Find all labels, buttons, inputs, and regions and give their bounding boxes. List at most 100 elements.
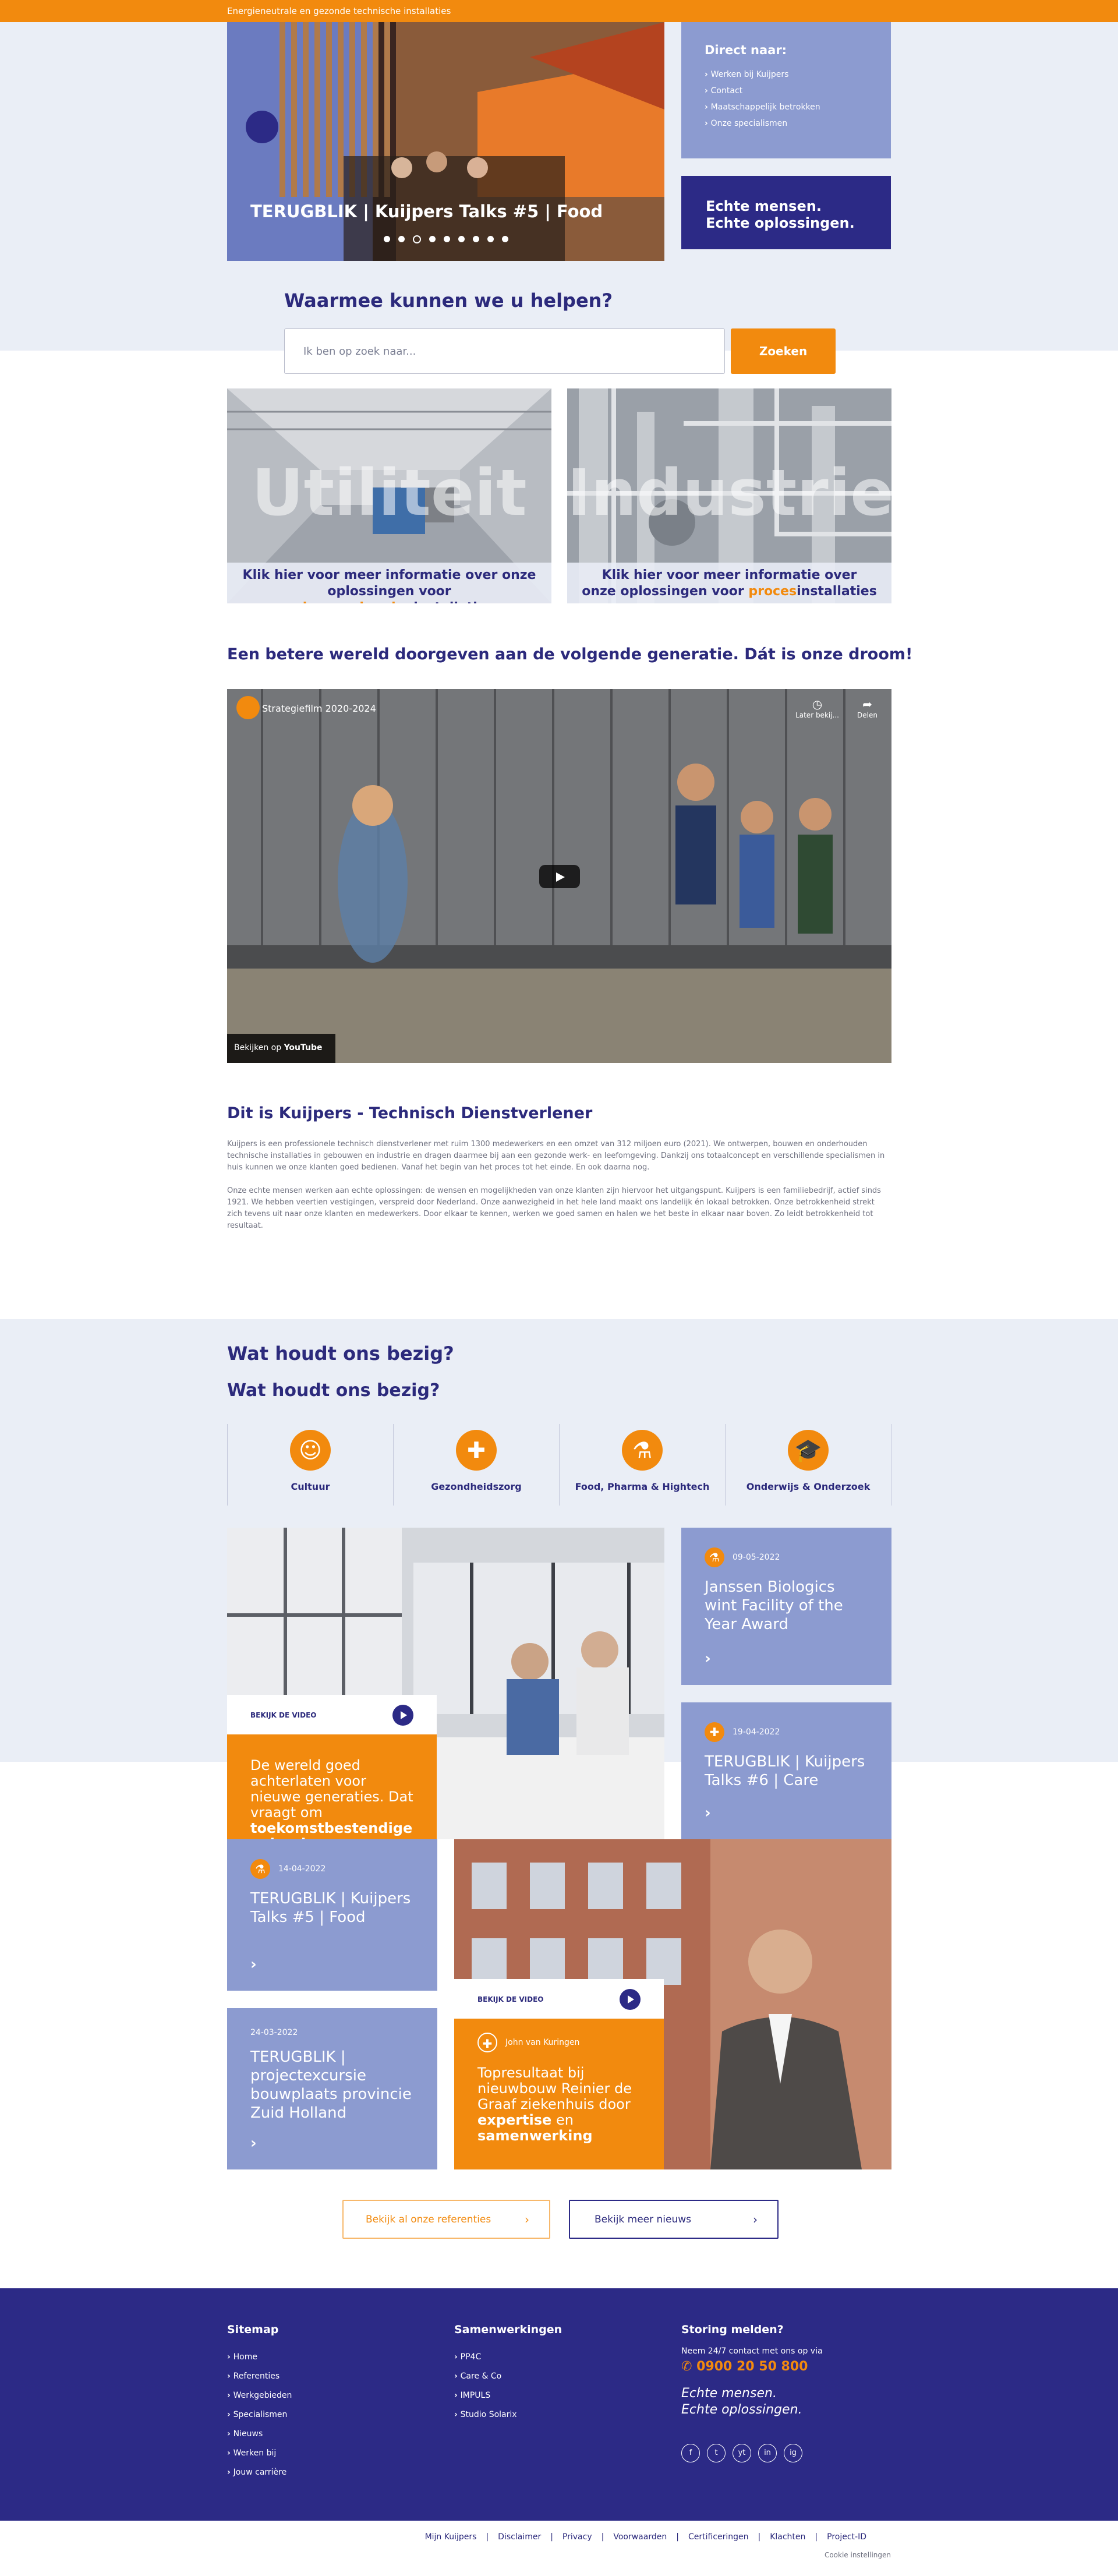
slogan-line-2: Echte oplossingen.: [706, 215, 855, 231]
chevron-right-icon[interactable]: ›: [250, 2135, 257, 2152]
video-player[interactable]: Strategiefilm 2020-2024 ◷ Later bekij... …: [227, 689, 891, 1063]
sector-gezondheidszorg[interactable]: ✚ Gezondheidszorg: [393, 1424, 559, 1506]
news-feature-reinier[interactable]: BEKIJK DE VIDEO ✚ John van Kuringen Topre…: [454, 1839, 891, 2169]
cookie-settings-link[interactable]: Cookie instellingen: [825, 2551, 891, 2559]
slider-dot[interactable]: [383, 236, 390, 242]
sector-cultuur[interactable]: ☺ Cultuur: [227, 1424, 393, 1506]
slider-dot[interactable]: [472, 236, 479, 242]
footer-link[interactable]: Specialismen: [227, 2410, 292, 2419]
watch-video-bar[interactable]: BEKIJK DE VIDEO: [454, 1979, 664, 2019]
footer-sitemap: Sitemap Home Referenties Werkgebieden Sp…: [227, 2323, 292, 2487]
quick-link-maatschappelijk[interactable]: Maatschappelijk betrokken: [705, 103, 868, 112]
slider-dot-active[interactable]: [412, 235, 421, 243]
feature-reinier-body: Topresultaat bij nieuwbouw Reinier de Gr…: [477, 2065, 641, 2144]
twitter-icon[interactable]: t: [707, 2444, 726, 2462]
sector-onderwijs[interactable]: 🎓 Onderwijs & Onderzoek: [725, 1424, 891, 1506]
theater-masks-icon: ☺: [290, 1430, 331, 1471]
quick-link-specialismen[interactable]: Onze specialismen: [705, 119, 868, 128]
news-tile-excursie[interactable]: 24-03-2022 TERUGBLIK | projectexcursie b…: [227, 2008, 437, 2169]
chevron-right-icon[interactable]: ›: [705, 1650, 711, 1667]
feature-quote-text: De wereld goed achterlaten voor nieuwe g…: [250, 1757, 413, 1821]
slider-dot[interactable]: [501, 236, 508, 242]
feature-quote[interactable]: De wereld goed achterlaten voor nieuwe g…: [227, 1734, 437, 1839]
bottom-link[interactable]: Voorwaarden: [613, 2532, 667, 2542]
quick-link-werken[interactable]: Werken bij Kuijpers: [705, 70, 868, 79]
storing-title: Storing melden?: [681, 2323, 784, 2336]
youtube-icon[interactable]: yt: [733, 2444, 751, 2462]
flask-icon: ⚗: [622, 1430, 663, 1471]
intro-title: Dit is Kuijpers - Technisch Dienstverlen…: [227, 1104, 593, 1122]
channel-avatar[interactable]: [236, 696, 260, 719]
bottom-link[interactable]: Mijn Kuijpers: [425, 2532, 477, 2542]
feature-quote-bold: toekomstbestendige oplossingen.: [250, 1820, 413, 1840]
footer-link[interactable]: Home: [227, 2352, 292, 2362]
watch-later-button[interactable]: ◷ Later bekij...: [795, 697, 839, 719]
watch-on-youtube[interactable]: Bekijken op YouTube: [227, 1034, 335, 1063]
slider-dot[interactable]: [458, 236, 465, 242]
category-industrie[interactable]: Industrie Klik hier voor meer informatie…: [567, 388, 891, 603]
slider-dot[interactable]: [487, 236, 494, 242]
bottom-link[interactable]: Klachten: [770, 2532, 805, 2542]
search-input[interactable]: Ik ben op zoek naar...: [284, 328, 725, 374]
flask-icon: ⚗: [705, 1547, 724, 1567]
footer-link[interactable]: Werkgebieden: [227, 2391, 292, 2400]
hero-slider[interactable]: TERUGBLIK | Kuijpers Talks #5 | Food: [227, 22, 664, 261]
news-tile-food[interactable]: ⚗ 14-04-2022 TERUGBLIK | Kuijpers Talks #…: [227, 1839, 437, 1991]
news-title: TERUGBLIK | projectexcursie bouwplaats p…: [250, 2048, 412, 2122]
slider-dot[interactable]: [429, 236, 436, 242]
top-bar-text: Energieneutrale en gezonde technische in…: [227, 6, 451, 16]
chevron-right-icon[interactable]: ›: [705, 1804, 711, 1822]
footer-link[interactable]: Care & Co: [454, 2372, 562, 2381]
footer-link[interactable]: IMPULS: [454, 2391, 562, 2400]
video-title[interactable]: Strategiefilm 2020-2024: [262, 703, 376, 714]
feature-reinier-text[interactable]: ✚ John van Kuringen Topresultaat bij nieu…: [454, 2019, 664, 2169]
footer-link[interactable]: Werken bij: [227, 2448, 292, 2458]
footer-link[interactable]: Jouw carrière: [227, 2468, 292, 2477]
footer-slogan-line1: Echte mensen.: [681, 2386, 777, 2401]
phone-link[interactable]: ✆ 0900 20 50 800: [681, 2359, 823, 2374]
medical-cross-icon: ✚: [456, 1430, 497, 1471]
caption-text: onze oplossingen voor: [582, 584, 749, 599]
footer-link[interactable]: Studio Solarix: [454, 2410, 562, 2419]
instagram-icon[interactable]: ig: [784, 2444, 802, 2462]
industrie-big-text: Industrie: [567, 455, 891, 530]
bottom-link[interactable]: Certificeringen: [688, 2532, 749, 2542]
play-circle-icon[interactable]: [392, 1705, 413, 1726]
play-circle-icon[interactable]: [620, 1989, 641, 2010]
linkedin-icon[interactable]: in: [758, 2444, 777, 2462]
play-button[interactable]: [539, 865, 580, 888]
slider-dot[interactable]: [398, 236, 405, 242]
bottom-bar: Mijn Kuijpers | Disclaimer | Privacy | Voor…: [0, 2521, 1118, 2576]
footer-link[interactable]: Nieuws: [227, 2429, 292, 2439]
more-news-button[interactable]: Bekijk meer nieuws ›: [569, 2200, 779, 2239]
news-date-row: ⚗ 14-04-2022: [250, 1859, 414, 1879]
search-button[interactable]: Zoeken: [731, 328, 836, 374]
hero-title[interactable]: TERUGBLIK | Kuijpers Talks #5 | Food: [250, 202, 603, 221]
phone-icon: ✆: [681, 2359, 697, 2374]
youtube-logo: YouTube: [284, 1043, 323, 1052]
slider-dot[interactable]: [443, 236, 450, 242]
footer-link[interactable]: Referenties: [227, 2372, 292, 2381]
utiliteit-caption-line2: oplossingen voor gebouwgebondeninstallat…: [227, 584, 551, 603]
news-feature-office[interactable]: BEKIJK DE VIDEO De wereld goed achterlat…: [227, 1528, 664, 1839]
sector-food-pharma[interactable]: ⚗ Food, Pharma & Hightech: [559, 1424, 725, 1506]
news-title: Janssen Biologics wint Facility of the Y…: [705, 1578, 843, 1633]
news-tile-janssen[interactable]: ⚗ 09-05-2022 Janssen Biologics wint Facil…: [681, 1528, 891, 1685]
bottom-link[interactable]: Privacy: [562, 2532, 592, 2542]
phone-number: 0900 20 50 800: [696, 2359, 808, 2374]
chevron-right-icon[interactable]: ›: [250, 1956, 257, 1973]
footer-slogan-line2: Echte oplossingen.: [681, 2402, 802, 2417]
busy-heading: Wat houdt ons bezig?: [227, 1342, 454, 1365]
share-button[interactable]: ➦ Delen: [857, 697, 878, 719]
news-tile-care[interactable]: ✚ 19-04-2022 TERUGBLIK | Kuijpers Talks #…: [681, 1702, 891, 1839]
references-button[interactable]: Bekijk al onze referenties ›: [342, 2200, 550, 2239]
bottom-link[interactable]: Project-ID: [827, 2532, 866, 2542]
bottom-link[interactable]: Disclaimer: [498, 2532, 541, 2542]
watch-video-bar[interactable]: BEKIJK DE VIDEO: [227, 1695, 437, 1734]
facebook-icon[interactable]: f: [681, 2444, 700, 2462]
social-links: f t yt in ig: [681, 2444, 823, 2462]
category-utiliteit[interactable]: Utiliteit Klik hier voor meer informatie…: [227, 388, 551, 603]
quick-link-contact[interactable]: Contact: [705, 86, 868, 96]
news-date: 14-04-2022: [278, 1864, 326, 1874]
footer-link[interactable]: PP4C: [454, 2352, 562, 2362]
